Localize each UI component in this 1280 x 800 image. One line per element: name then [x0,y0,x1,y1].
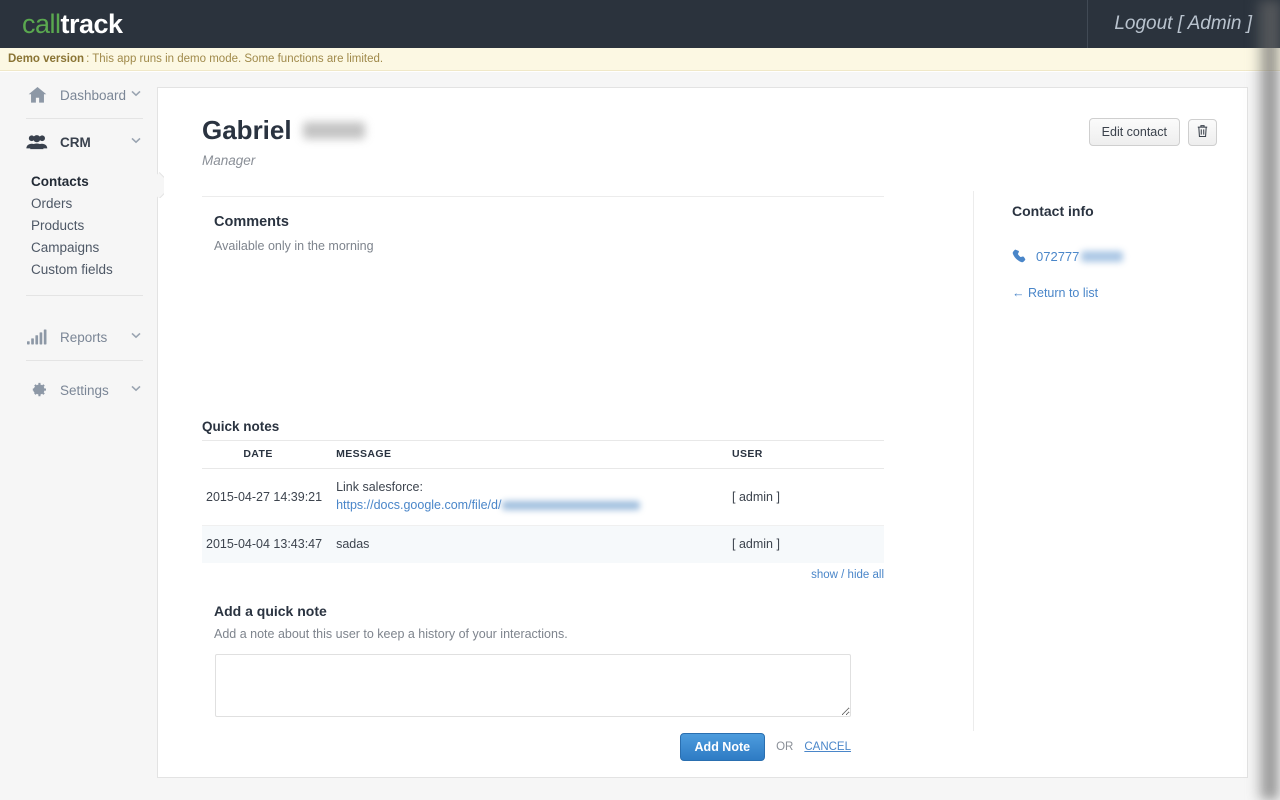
sidebar-item-reports[interactable]: Reports [0,314,157,360]
main-content-card: Gabriel Manager Edit contact Comments Av… [157,87,1248,778]
note-user: [ admin ] [722,525,884,564]
sidebar-item-dashboard[interactable]: Dashboard [0,72,157,118]
logout-link[interactable]: Logout [ Admin ] [1114,13,1252,35]
chevron-down-icon-reports[interactable] [131,332,141,342]
edit-contact-button[interactable]: Edit contact [1088,118,1180,146]
sidebar-item-custom-fields[interactable]: Custom fields [31,259,157,281]
comments-heading: Comments [214,214,289,230]
phone-number-text: 072777 [1036,249,1080,264]
show-hide-all-container: show / hide all [202,569,884,581]
note-message-text: Link salesforce: [336,480,423,494]
sidebar-label-reports: Reports [60,329,108,345]
contact-first-name: Gabriel [202,115,292,145]
show-hide-all-link[interactable]: show / hide all [811,569,884,581]
app-logo[interactable]: calltrack [22,8,124,39]
note-message: Link salesforce: https://docs.google.com… [322,468,722,526]
sidebar-label-dashboard: Dashboard [60,87,127,103]
sidebar-label-settings: Settings [60,382,109,398]
sidebar-item-settings[interactable]: Settings [0,367,157,413]
sidebar-group-dashboard: Dashboard [0,72,157,118]
active-nav-pointer [150,172,164,198]
trash-icon [1196,124,1209,141]
note-user: [ admin ] [722,468,884,526]
add-note-heading: Add a quick note [214,603,327,619]
demo-banner-strong: Demo version [8,53,85,65]
cancel-link[interactable]: CANCEL [804,741,851,753]
sidebar-divider-2 [26,295,143,296]
gear-icon [26,379,48,401]
chevron-down-icon-dashboard[interactable] [131,90,141,100]
demo-banner-text: : This app runs in demo mode. Some funct… [86,53,384,65]
contact-header: Gabriel Manager [202,116,1202,168]
delete-contact-button[interactable] [1188,118,1217,146]
users-icon [26,131,48,153]
column-header-user: USER [722,440,884,469]
sidebar: Dashboard CRM Contacts Orders Products C… [0,72,157,800]
page-title: Gabriel [202,116,1202,145]
sidebar-submenu-crm: Contacts Orders Products Campaigns Custo… [0,165,157,295]
sidebar-item-products[interactable]: Products [31,215,157,237]
demo-version-banner: Demo version: This app runs in demo mode… [0,48,1280,71]
logo-text-call: call [22,8,61,39]
comments-body: Available only in the morning [214,239,374,253]
top-bar: calltrack Logout [ Admin ] [0,0,1280,48]
table-header-row: DATE MESSAGE USER [202,440,884,469]
add-note-actions: Add Note OR CANCEL [215,733,851,761]
sidebar-item-contacts[interactable]: Contacts [31,171,157,193]
note-message-link[interactable]: https://docs.google.com/file/d/ [336,498,501,512]
note-date: 2015-04-27 14:39:21 [202,468,323,526]
quick-notes-heading: Quick notes [202,419,280,434]
sidebar-item-campaigns[interactable]: Campaigns [31,237,157,259]
bar-chart-icon [26,326,48,348]
contact-info-heading: Contact info [1012,203,1094,219]
note-link-redacted [502,500,641,510]
contact-info-panel: Contact info 072777 ← Return to list [1012,203,1222,300]
contact-role: Manager [202,152,256,168]
sidebar-item-crm[interactable]: CRM [0,119,157,165]
sidebar-label-crm: CRM [60,134,91,150]
sidebar-group-settings: Settings [0,367,157,413]
chevron-down-icon-settings[interactable] [131,385,141,395]
logo-text-track: track [60,8,124,39]
phone-icon [1012,249,1027,264]
or-label: OR [776,741,794,753]
table-row[interactable]: 2015-04-04 13:43:47 sadas [ admin ] [202,525,884,564]
add-note-button[interactable]: Add Note [679,733,766,761]
note-date: 2015-04-04 13:43:47 [202,525,323,564]
contact-phone-number[interactable]: 072777 [1036,249,1124,264]
contact-phone-row[interactable]: 072777 [1012,249,1222,264]
sidebar-group-crm: CRM Contacts Orders Products Campaigns C… [0,119,157,295]
column-header-message: MESSAGE [322,440,722,469]
logout-container[interactable]: Logout [ Admin ] [1087,0,1280,48]
return-to-list-link[interactable]: ← Return to list [1012,286,1222,300]
add-note-description: Add a note about this user to keep a his… [214,627,568,641]
table-row[interactable]: 2015-04-27 14:39:21 Link salesforce: htt… [202,468,884,526]
header-actions: Edit contact [1088,118,1217,146]
sidebar-group-reports: Reports [0,314,157,360]
sidebar-divider-3 [26,360,143,361]
sidebar-item-orders[interactable]: Orders [31,193,157,215]
content-vertical-divider [973,191,974,731]
column-header-date: DATE [202,440,323,469]
quick-notes-table: DATE MESSAGE USER 2015-04-27 14:39:21 Li… [202,440,884,564]
home-icon [26,84,48,106]
comments-section: Comments Available only in the morning [202,214,942,253]
note-message: sadas [322,525,722,564]
chevron-down-icon-crm[interactable] [131,137,141,147]
contact-last-name-redacted [302,122,365,139]
note-input[interactable] [215,654,851,717]
phone-number-redacted [1081,251,1124,262]
header-divider [202,196,884,197]
